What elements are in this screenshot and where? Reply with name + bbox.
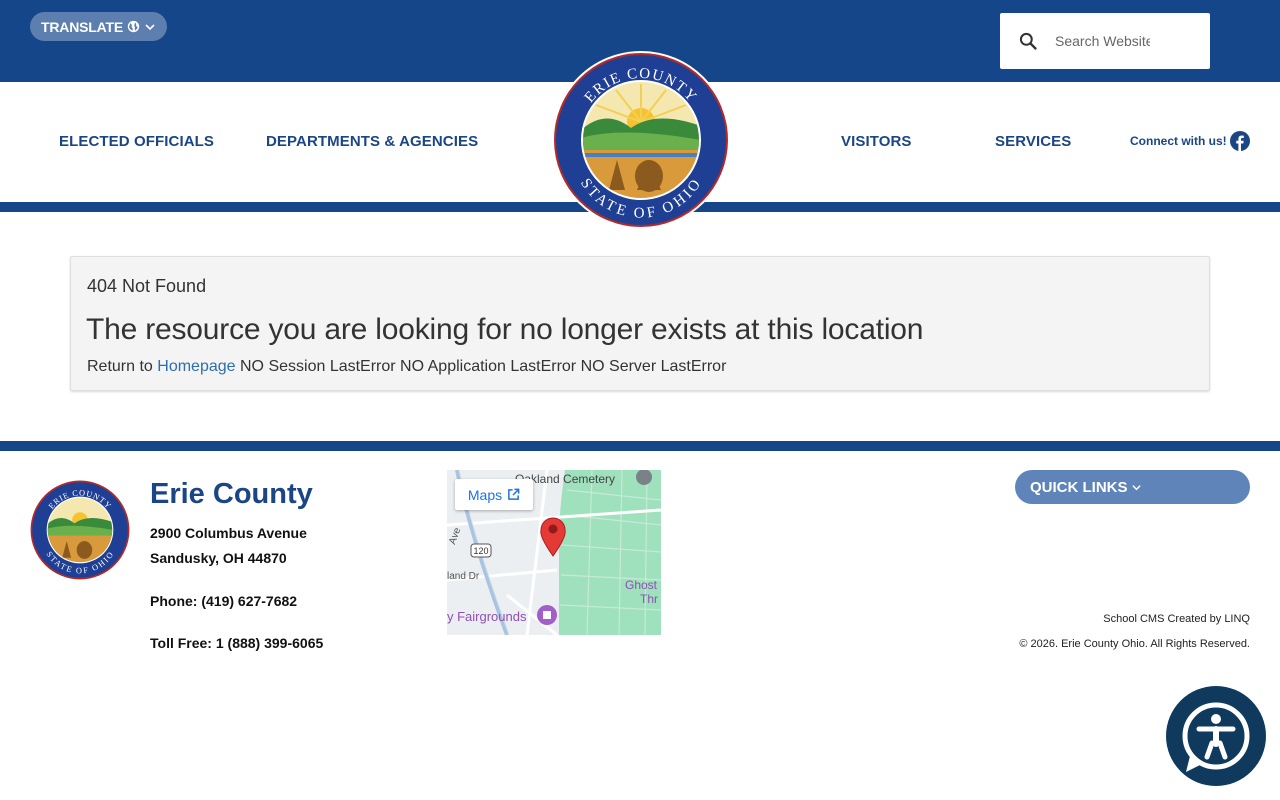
facebook-icon[interactable] — [1229, 131, 1250, 151]
cms-credit-link[interactable]: School CMS Created by LINQ — [1103, 613, 1250, 625]
map-label-route: 120 — [473, 546, 488, 556]
copyright-text: © 2026. Erie County Ohio. All Rights Res… — [1019, 638, 1250, 650]
map-label-ghost: Ghost — [625, 578, 658, 592]
quick-links-dropdown[interactable]: QUICK LINKS — [1015, 470, 1250, 504]
open-maps-button[interactable]: Maps — [455, 479, 533, 510]
footer-stripe — [0, 441, 1280, 451]
footer-address-line2: Sandusky, OH 44870 — [150, 550, 287, 566]
search-box — [1000, 13, 1210, 69]
connect-label: Connect with us! — [1130, 134, 1227, 148]
translate-label: TRANSLATE — [41, 18, 123, 35]
map-label-land-dr: land Dr — [447, 571, 480, 582]
error-panel: 404 Not Found The resource you are looki… — [70, 256, 1210, 391]
accessibility-icon[interactable] — [1166, 686, 1266, 786]
external-link-icon — [508, 488, 520, 500]
homepage-link[interactable]: Homepage — [157, 358, 235, 375]
translate-button[interactable]: TRANSLATE — [30, 12, 167, 41]
quick-links-label: QUICK LINKS — [1030, 478, 1128, 496]
nav-departments-agencies[interactable]: DEPARTMENTS & AGENCIES — [266, 133, 478, 150]
connect-with-us[interactable]: Connect with us! — [1130, 131, 1250, 151]
search-icon[interactable] — [1018, 31, 1038, 51]
county-seal-logo[interactable]: ERIE COUNTY STATE OF OHIO — [551, 50, 731, 230]
footer-seal-logo: ERIE COUNTY STATE OF OHIO — [30, 480, 130, 580]
footer-address-line1: 2900 Columbus Avenue — [150, 525, 307, 541]
error-title: The resource you are looking for no long… — [86, 313, 924, 346]
footer-toll-free[interactable]: Toll Free: 1 (888) 399-6065 — [150, 635, 323, 651]
map-label-thr: Thr — [640, 592, 658, 606]
chevron-down-icon — [1131, 484, 1141, 490]
nav-elected-officials[interactable]: ELECTED OFFICIALS — [59, 133, 214, 150]
search-input[interactable] — [1055, 33, 1150, 49]
error-code: 404 Not Found — [87, 276, 207, 296]
chevron-down-icon — [145, 23, 155, 30]
globe-icon — [127, 20, 140, 33]
footer-county-name: Erie County — [150, 478, 313, 510]
nav-visitors[interactable]: VISITORS — [841, 133, 912, 150]
error-details: Return to Homepage NO Session LastError … — [87, 358, 726, 376]
maps-button-label: Maps — [467, 486, 503, 503]
nav-services[interactable]: SERVICES — [995, 133, 1071, 150]
return-prefix: Return to — [87, 358, 153, 375]
footer-phone[interactable]: Phone: (419) 627-7682 — [150, 593, 297, 609]
error-suffix: NO Session LastError NO Application Last… — [240, 358, 727, 375]
map-label-fairgrounds: y Fairgrounds — [447, 609, 527, 624]
